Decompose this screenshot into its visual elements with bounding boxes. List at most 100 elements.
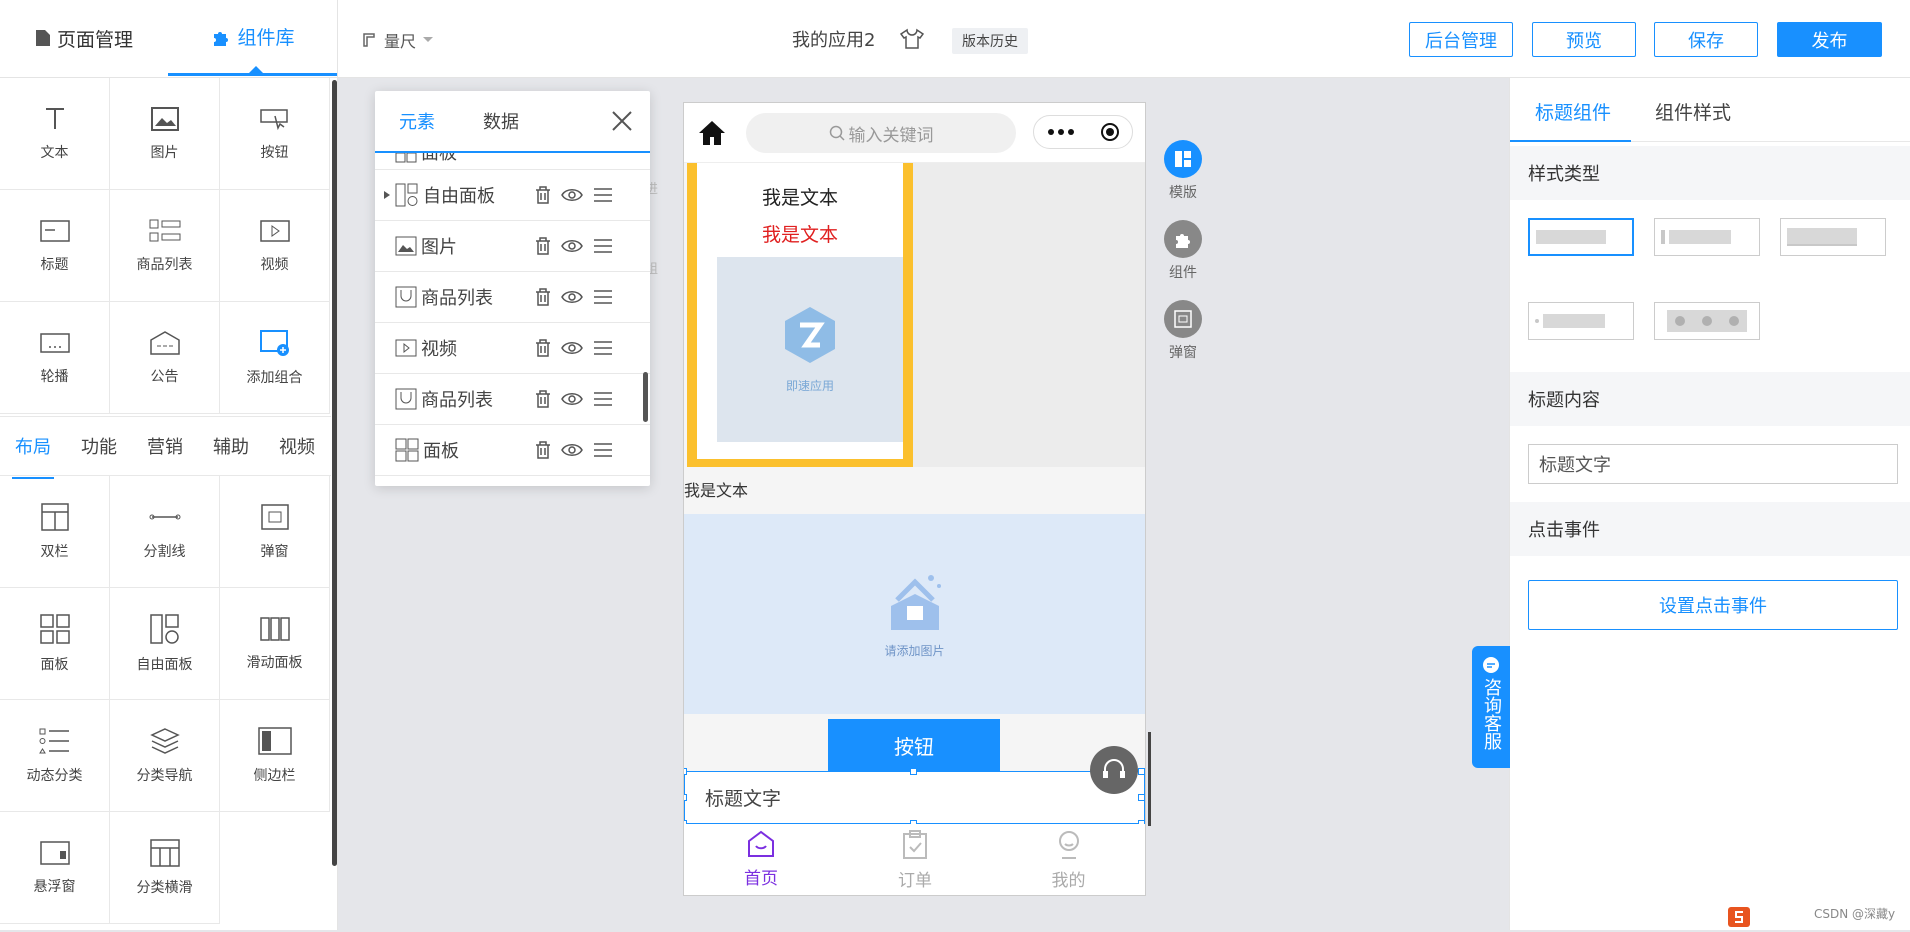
image-placeholder[interactable]: 请添加图片: [684, 514, 1145, 714]
drag-handle-icon[interactable]: [593, 391, 613, 407]
logo-image[interactable]: 即速应用: [717, 257, 903, 442]
component-divider[interactable]: 分割线: [110, 476, 220, 588]
tab-elements[interactable]: 元素: [399, 108, 435, 134]
tab-function[interactable]: 功能: [66, 433, 132, 459]
close-icon[interactable]: [610, 109, 634, 133]
element-row[interactable]: 面板: [375, 425, 650, 476]
resize-handle[interactable]: [684, 794, 687, 801]
highlighted-free-panel[interactable]: 我是文本 我是文本 即速应用: [687, 163, 913, 467]
tab-component-style[interactable]: 组件样式: [1655, 98, 1731, 125]
home-icon[interactable]: [698, 120, 726, 146]
eye-icon[interactable]: [561, 442, 583, 458]
component-sidebar[interactable]: 侧边栏: [220, 700, 330, 812]
style-option-5[interactable]: [1654, 302, 1760, 340]
component-video[interactable]: 视频: [220, 190, 330, 302]
tab-title-component[interactable]: 标题组件: [1535, 98, 1611, 125]
component-carousel[interactable]: 轮播: [0, 302, 110, 414]
resize-handle[interactable]: [910, 768, 917, 775]
element-row[interactable]: 自由面板: [375, 170, 650, 221]
element-row[interactable]: 商品列表: [375, 374, 650, 425]
tab-marketing[interactable]: 营销: [132, 433, 198, 459]
publish-button[interactable]: 发布: [1777, 22, 1882, 57]
component-image[interactable]: 图片: [110, 78, 220, 190]
component-panel[interactable]: 面板: [0, 588, 110, 700]
set-click-event-button[interactable]: 设置点击事件: [1528, 580, 1898, 630]
component-category-nav[interactable]: 分类导航: [110, 700, 220, 812]
element-row[interactable]: 商品列表: [375, 272, 650, 323]
resize-handle[interactable]: [1138, 794, 1145, 801]
side-tool-popup[interactable]: 弹窗: [1153, 300, 1213, 362]
resize-handle[interactable]: [1138, 768, 1145, 775]
tab-component-library[interactable]: 组件库: [168, 0, 338, 76]
caret-right-icon[interactable]: [383, 190, 391, 200]
tab-auxiliary[interactable]: 辅助: [198, 433, 264, 459]
component-button[interactable]: 按钮: [220, 78, 330, 190]
save-button[interactable]: 保存: [1654, 22, 1758, 57]
side-tool-templates[interactable]: 模版: [1153, 140, 1213, 202]
title-component-selected[interactable]: 标题文字: [684, 771, 1145, 824]
trash-icon[interactable]: [535, 339, 551, 357]
component-free-panel[interactable]: 自由面板: [110, 588, 220, 700]
admin-button[interactable]: 后台管理: [1409, 22, 1513, 57]
component-dynamic-category[interactable]: 动态分类: [0, 700, 110, 812]
component-title[interactable]: 标题: [0, 190, 110, 302]
canvas-scrollbar[interactable]: [1148, 732, 1151, 826]
eye-icon[interactable]: [561, 340, 583, 356]
eye-icon[interactable]: [561, 289, 583, 305]
element-panel-scrollbar[interactable]: [643, 372, 648, 422]
more-icon[interactable]: [1047, 128, 1075, 136]
drag-handle-icon[interactable]: [593, 340, 613, 356]
text-block-red[interactable]: 我是文本: [697, 220, 903, 247]
left-panel-scrollbar[interactable]: [332, 80, 337, 866]
component-float-window[interactable]: 悬浮窗: [0, 812, 110, 924]
trash-icon[interactable]: [535, 288, 551, 306]
trash-icon[interactable]: [535, 390, 551, 408]
tab-video[interactable]: 视频: [264, 433, 330, 459]
consult-service-tab[interactable]: 咨询客服: [1472, 646, 1510, 768]
eye-icon[interactable]: [561, 238, 583, 254]
text-block[interactable]: 我是文本: [697, 183, 903, 210]
ruler-dropdown[interactable]: 量尺: [362, 28, 434, 52]
drag-handle-icon[interactable]: [593, 187, 613, 203]
style-option-2[interactable]: [1654, 218, 1760, 256]
component-add-group[interactable]: 添加组合: [220, 302, 330, 414]
component-two-column[interactable]: 双栏: [0, 476, 110, 588]
component-product-list[interactable]: 商品列表: [110, 190, 220, 302]
theme-shirt-icon[interactable]: [900, 28, 924, 50]
trash-icon[interactable]: [535, 237, 551, 255]
drag-handle-icon[interactable]: [593, 238, 613, 254]
preview-button[interactable]: 预览: [1532, 22, 1636, 57]
component-popup[interactable]: 弹窗: [220, 476, 330, 588]
eye-icon[interactable]: [561, 187, 583, 203]
component-notice[interactable]: 公告: [110, 302, 220, 414]
component-text[interactable]: 文本: [0, 78, 110, 190]
tabbar-orders[interactable]: 订单: [838, 830, 992, 891]
phone-search-bar[interactable]: 输入关键词: [746, 113, 1016, 153]
tab-layout[interactable]: 布局: [0, 433, 66, 479]
style-option-1[interactable]: [1528, 218, 1634, 256]
component-category-scroll[interactable]: 分类横滑: [110, 812, 220, 924]
record-icon[interactable]: [1100, 122, 1120, 142]
tabbar-mine[interactable]: 我的: [992, 830, 1145, 891]
drag-handle-icon[interactable]: [593, 442, 613, 458]
trash-icon[interactable]: [535, 441, 551, 459]
resize-handle[interactable]: [684, 768, 687, 775]
phone-button[interactable]: 按钮: [828, 719, 1000, 771]
style-option-3[interactable]: [1780, 218, 1886, 256]
text-block[interactable]: 我是文本: [684, 467, 1145, 514]
side-tool-components[interactable]: 组件: [1153, 220, 1213, 282]
style-option-4[interactable]: [1528, 302, 1634, 340]
customer-service-float-button[interactable]: [1090, 746, 1138, 794]
drag-handle-icon[interactable]: [593, 289, 613, 305]
component-slide-panel[interactable]: 滑动面板: [220, 588, 330, 700]
element-row[interactable]: 视频: [375, 323, 650, 374]
element-row[interactable]: 图片: [375, 221, 650, 272]
version-history-button[interactable]: 版本历史: [952, 28, 1028, 54]
element-row-partial[interactable]: 面板: [375, 153, 650, 170]
trash-icon[interactable]: [535, 186, 551, 204]
tabbar-home[interactable]: 首页: [684, 830, 838, 889]
eye-icon[interactable]: [561, 391, 583, 407]
title-text-input[interactable]: 标题文字: [1528, 444, 1898, 484]
tab-data[interactable]: 数据: [483, 108, 519, 134]
tab-page-management[interactable]: 页面管理: [0, 0, 168, 76]
